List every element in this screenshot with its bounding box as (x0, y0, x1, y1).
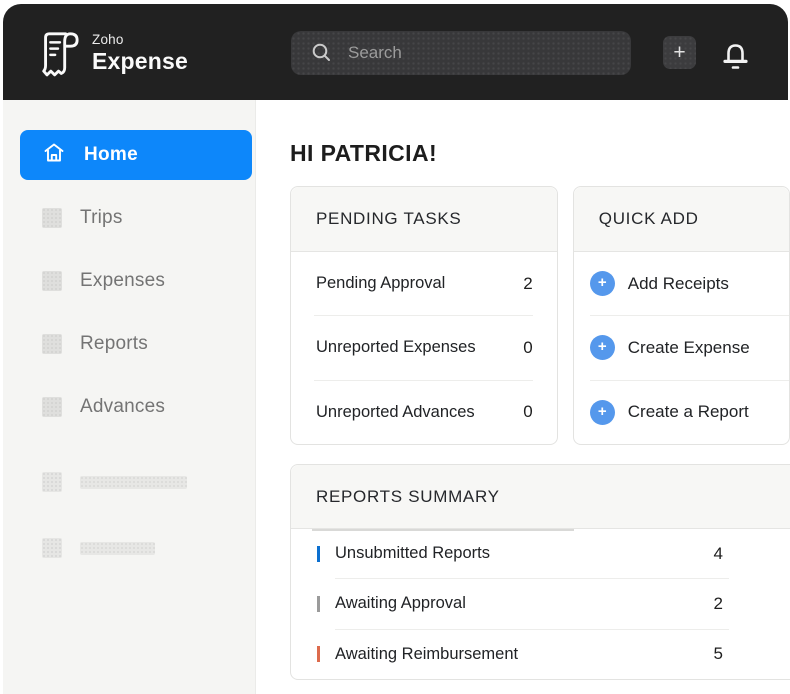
sidebar-skeleton-item (20, 457, 252, 507)
row-count: 5 (714, 644, 729, 664)
quick-add-label: Create a Report (628, 402, 749, 422)
expenses-placeholder-icon (42, 271, 62, 291)
trips-placeholder-icon (42, 208, 62, 228)
plus-circle-icon: + (590, 335, 615, 360)
row-label: Pending Approval (314, 274, 523, 293)
sidebar-item-label: Reports (80, 333, 148, 355)
sidebar-item-expenses[interactable]: Expenses (20, 256, 252, 306)
app-logo[interactable]: Zoho Expense (36, 25, 188, 82)
skeleton-label-bar (80, 542, 155, 555)
reports-summary-card: REPORTS SUMMARY Unsubmitted Reports 4 Aw… (290, 464, 790, 680)
notifications-bell-icon[interactable] (719, 34, 752, 77)
sidebar-item-trips[interactable]: Trips (20, 193, 252, 243)
pending-tasks-card: PENDING TASKS Pending Approval 2 Unrepor… (290, 186, 558, 445)
app-logo-text: Zoho Expense (92, 32, 188, 75)
advances-placeholder-icon (42, 397, 62, 417)
logo-expense-text: Expense (92, 48, 188, 75)
plus-circle-icon: + (590, 400, 615, 425)
row-count: 0 (523, 338, 532, 358)
search-bar (291, 31, 631, 75)
row-label: Unsubmitted Reports (335, 544, 714, 563)
row-count: 2 (523, 274, 532, 294)
pending-approval-row[interactable]: Pending Approval 2 (314, 252, 533, 316)
sidebar-item-label: Advances (80, 396, 165, 418)
row-count: 4 (714, 544, 729, 564)
unreported-expenses-row[interactable]: Unreported Expenses 0 (314, 316, 533, 380)
sidebar-item-home[interactable]: Home (20, 130, 252, 180)
zoho-expense-dashboard: Zoho Expense + (0, 0, 790, 694)
add-receipts-button[interactable]: + Add Receipts (590, 252, 789, 316)
reports-summary-rows: Unsubmitted Reports 4 Awaiting Approval … (291, 529, 790, 679)
awaiting-approval-row[interactable]: Awaiting Approval 2 (335, 579, 729, 629)
sidebar: Home Trips Expenses Reports Advances (3, 100, 256, 694)
quick-create-button[interactable]: + (663, 36, 696, 69)
row-count: 2 (714, 594, 729, 614)
plus-circle-icon: + (590, 271, 615, 296)
status-color-bar (317, 596, 320, 612)
sidebar-item-label: Home (84, 144, 138, 166)
status-color-bar (317, 546, 320, 562)
row-label: Unreported Advances (314, 403, 523, 422)
row-label: Awaiting Approval (335, 594, 714, 613)
logo-zoho-text: Zoho (92, 32, 188, 47)
receipt-logo-icon (36, 25, 80, 82)
sidebar-item-label: Expenses (80, 270, 165, 292)
main-content: HI PATRICIA! PENDING TASKS Pending Appro… (257, 100, 790, 694)
reports-summary-title: REPORTS SUMMARY (291, 465, 790, 529)
top-cards-row: PENDING TASKS Pending Approval 2 Unrepor… (290, 186, 790, 445)
quick-add-label: Create Expense (628, 338, 750, 358)
quick-add-card: QUICK ADD + Add Receipts + Create Expens… (573, 186, 790, 445)
pending-tasks-title: PENDING TASKS (291, 187, 557, 252)
sidebar-nav: Home Trips Expenses Reports Advances (3, 100, 255, 573)
awaiting-reimbursement-row[interactable]: Awaiting Reimbursement 5 (335, 630, 729, 679)
sidebar-item-label: Trips (80, 207, 123, 229)
status-color-bar (317, 646, 320, 662)
skeleton-label-bar (80, 476, 187, 489)
reports-placeholder-icon (42, 334, 62, 354)
create-report-button[interactable]: + Create a Report (590, 381, 789, 444)
sidebar-skeleton-item (20, 523, 252, 573)
home-icon (42, 141, 66, 170)
skeleton-icon (42, 538, 62, 558)
quick-add-title: QUICK ADD (574, 187, 789, 252)
row-label: Awaiting Reimbursement (335, 645, 714, 664)
row-count: 0 (523, 402, 532, 422)
greeting-heading: HI PATRICIA! (290, 140, 790, 167)
top-bar: Zoho Expense + (3, 4, 788, 100)
quick-add-label: Add Receipts (628, 274, 729, 294)
unsubmitted-reports-row[interactable]: Unsubmitted Reports 4 (335, 529, 729, 579)
create-expense-button[interactable]: + Create Expense (590, 316, 789, 380)
row-label: Unreported Expenses (314, 338, 523, 357)
sidebar-item-advances[interactable]: Advances (20, 382, 252, 432)
search-input[interactable] (291, 31, 631, 75)
unreported-advances-row[interactable]: Unreported Advances 0 (314, 381, 533, 444)
sidebar-item-reports[interactable]: Reports (20, 319, 252, 369)
skeleton-icon (42, 472, 62, 492)
